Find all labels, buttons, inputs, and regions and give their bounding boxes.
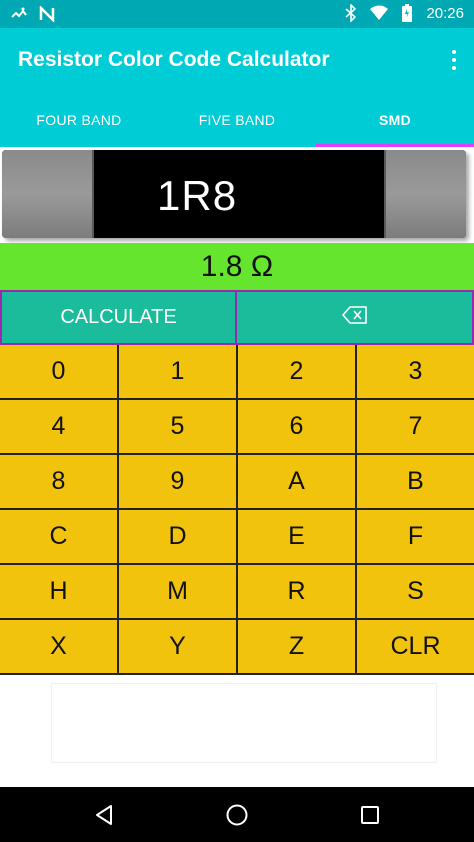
- app-bar: Resistor Color Code Calculator: [0, 28, 474, 92]
- wifi-icon: [370, 4, 389, 22]
- tab-bar: FOUR BAND FIVE BAND SMD: [0, 92, 474, 147]
- key-3[interactable]: 3: [357, 345, 474, 398]
- keypad: 0 1 2 3 4 5 6 7 8 9 A B C D E F H M R S …: [0, 345, 474, 675]
- key-4[interactable]: 4: [0, 400, 117, 453]
- overflow-menu-icon[interactable]: [448, 48, 460, 72]
- home-circle-icon: [226, 804, 248, 826]
- backspace-button[interactable]: [237, 290, 474, 345]
- key-m[interactable]: M: [119, 565, 236, 618]
- battery-icon: [398, 4, 416, 22]
- key-r[interactable]: R: [238, 565, 355, 618]
- key-6[interactable]: 6: [238, 400, 355, 453]
- status-bar: 20:26: [0, 0, 474, 28]
- key-z[interactable]: Z: [238, 620, 355, 673]
- notification-n-icon: [38, 5, 56, 23]
- key-s[interactable]: S: [357, 565, 474, 618]
- resistor-display: 1R8: [0, 147, 474, 243]
- result-value: 1.8 Ω: [0, 243, 474, 290]
- key-e[interactable]: E: [238, 510, 355, 563]
- key-0[interactable]: 0: [0, 345, 117, 398]
- key-c[interactable]: C: [0, 510, 117, 563]
- key-1[interactable]: 1: [119, 345, 236, 398]
- recents-square-icon: [361, 806, 379, 824]
- navigation-bar: [0, 787, 474, 842]
- smd-resistor: 1R8: [2, 150, 466, 238]
- resistor-cap-left: [2, 150, 94, 238]
- key-d[interactable]: D: [119, 510, 236, 563]
- key-b[interactable]: B: [357, 455, 474, 508]
- key-a[interactable]: A: [238, 455, 355, 508]
- weather-icon: [10, 5, 28, 23]
- app-title: Resistor Color Code Calculator: [18, 48, 330, 71]
- tab-smd[interactable]: SMD: [316, 92, 474, 147]
- back-triangle-icon: [96, 805, 112, 825]
- home-nav-button[interactable]: [223, 801, 251, 829]
- resistor-cap-right: [384, 150, 466, 238]
- key-x[interactable]: X: [0, 620, 117, 673]
- key-9[interactable]: 9: [119, 455, 236, 508]
- key-clr[interactable]: CLR: [357, 620, 474, 673]
- back-nav-button[interactable]: [90, 801, 118, 829]
- key-5[interactable]: 5: [119, 400, 236, 453]
- key-y[interactable]: Y: [119, 620, 236, 673]
- status-time: 20:26: [426, 4, 464, 22]
- key-h[interactable]: H: [0, 565, 117, 618]
- key-f[interactable]: F: [357, 510, 474, 563]
- key-8[interactable]: 8: [0, 455, 117, 508]
- resistor-code: 1R8: [157, 172, 238, 219]
- recents-nav-button[interactable]: [356, 801, 384, 829]
- backspace-icon: [341, 305, 368, 330]
- tab-five-band[interactable]: FIVE BAND: [158, 92, 316, 147]
- key-7[interactable]: 7: [357, 400, 474, 453]
- action-row: CALCULATE: [0, 290, 474, 345]
- ad-banner-area[interactable]: [52, 684, 436, 762]
- bluetooth-icon: [342, 4, 360, 22]
- tab-four-band[interactable]: FOUR BAND: [0, 92, 158, 147]
- calculate-button[interactable]: CALCULATE: [0, 290, 237, 345]
- key-2[interactable]: 2: [238, 345, 355, 398]
